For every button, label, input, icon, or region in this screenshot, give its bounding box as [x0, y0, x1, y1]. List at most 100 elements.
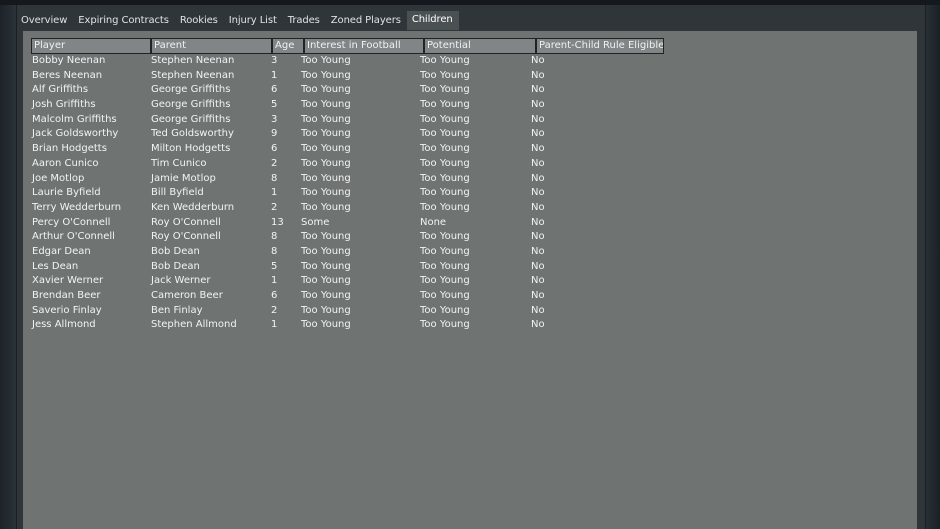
- table-row[interactable]: Arthur O'Connell Roy O'Connell 8 Too Young T…: [31, 230, 664, 245]
- table-row[interactable]: Saverio Finlay Ben Finlay 2 Too Young Too Yo…: [31, 304, 664, 319]
- table-row[interactable]: Edgar Dean Bob Dean 8 Too Young Too Young No: [31, 245, 664, 260]
- cell-parent: George Griffiths: [151, 113, 231, 125]
- cell-player: Alf Griffiths: [32, 84, 89, 96]
- cell-age: 8: [271, 172, 278, 184]
- children-table: Player Parent Age Interest in Football P…: [31, 38, 664, 333]
- cell-player: Saverio Finlay: [32, 304, 102, 316]
- tab-bar: Overview Expiring Contracts Rookies Injury …: [16, 11, 459, 31]
- cell-age: 6: [271, 143, 278, 155]
- cell-player: Jack Goldsworthy: [32, 128, 119, 140]
- cell-parent: George Griffiths: [151, 84, 231, 96]
- column-header-player[interactable]: Player: [31, 38, 151, 54]
- column-header-interest[interactable]: Interest in Football: [304, 38, 424, 54]
- cell-player: Laurie Byfield: [32, 187, 101, 199]
- column-header-parent[interactable]: Parent: [151, 38, 272, 54]
- cell-potential: Too Young: [420, 245, 470, 257]
- table-header-row: Player Parent Age Interest in Football P…: [31, 38, 664, 54]
- cell-player: Les Dean: [32, 260, 79, 272]
- cell-parent: Cameron Beer: [151, 290, 223, 301]
- cell-eligible: No: [531, 304, 545, 316]
- cell-eligible: No: [531, 84, 545, 96]
- cell-age: 8: [271, 231, 278, 243]
- cell-interest: Too Young: [301, 201, 351, 213]
- tab-overview[interactable]: Overview: [16, 11, 73, 31]
- cell-eligible: No: [531, 187, 545, 199]
- cell-age: 13: [271, 216, 284, 228]
- cell-potential: Too Young: [420, 128, 470, 140]
- tab-zoned-players[interactable]: Zoned Players: [326, 11, 407, 31]
- table-row[interactable]: Laurie Byfield Bill Byfield 1 Too Young Too …: [31, 186, 664, 201]
- table-body: Bobby Neenan Stephen Neenan 3 Too Young Too …: [31, 54, 664, 333]
- cell-parent: Ted Goldsworthy: [151, 128, 234, 140]
- table-row[interactable]: Brendan Beer Cameron Beer 6 Too Young Too Yo…: [31, 289, 664, 304]
- cell-player: Beres Neenan: [32, 69, 103, 81]
- cell-parent: Roy O'Connell: [151, 216, 221, 228]
- cell-potential: Too Young: [420, 55, 470, 66]
- cell-player: Brian Hodgetts: [32, 143, 107, 155]
- cell-age: 3: [271, 55, 278, 66]
- cell-eligible: No: [531, 275, 545, 287]
- cell-parent: Stephen Allmond: [151, 319, 237, 331]
- cell-eligible: No: [531, 113, 545, 125]
- cell-eligible: No: [531, 128, 545, 140]
- table-row[interactable]: Les Dean Bob Dean 5 Too Young Too Young No: [31, 260, 664, 275]
- table-row[interactable]: Joe Motlop Jamie Motlop 8 Too Young Too Youn…: [31, 172, 664, 187]
- cell-potential: Too Young: [420, 275, 470, 287]
- cell-eligible: No: [531, 290, 545, 301]
- cell-eligible: No: [531, 69, 545, 81]
- table-row[interactable]: Terry Wedderburn Ken Wedderburn 2 Too Young…: [31, 201, 664, 216]
- cell-interest: Some: [301, 216, 330, 228]
- cell-potential: Too Young: [420, 187, 470, 199]
- tab-trades[interactable]: Trades: [283, 11, 326, 31]
- cell-parent: Roy O'Connell: [151, 231, 221, 243]
- column-header-potential[interactable]: Potential: [424, 38, 536, 54]
- tab-rookies[interactable]: Rookies: [175, 11, 224, 31]
- cell-eligible: No: [531, 231, 545, 243]
- cell-eligible: No: [531, 216, 545, 228]
- cell-potential: Too Young: [420, 304, 470, 316]
- cell-eligible: No: [531, 157, 545, 169]
- right-edge: [924, 0, 940, 529]
- cell-interest: Too Young: [301, 113, 351, 125]
- cell-interest: Too Young: [301, 245, 351, 257]
- cell-age: 5: [271, 260, 278, 272]
- table-row[interactable]: Xavier Werner Jack Werner 1 Too Young Too Yo…: [31, 274, 664, 289]
- cell-potential: Too Young: [420, 99, 470, 111]
- table-row[interactable]: Brian Hodgetts Milton Hodgetts 6 Too Young T…: [31, 142, 664, 157]
- cell-parent: Ben Finlay: [151, 304, 203, 316]
- table-row[interactable]: Beres Neenan Stephen Neenan 1 Too Young Too …: [31, 69, 664, 84]
- cell-interest: Too Young: [301, 319, 351, 331]
- table-row[interactable]: Aaron Cunico Tim Cunico 2 Too Young Too Youn…: [31, 157, 664, 172]
- cell-age: 2: [271, 157, 278, 169]
- column-header-age[interactable]: Age: [272, 38, 304, 54]
- cell-interest: Too Young: [301, 231, 351, 243]
- table-row[interactable]: Malcolm Griffiths George Griffiths 3 Too Yo…: [31, 113, 664, 128]
- column-header-eligible[interactable]: Parent-Child Rule Eligible?: [536, 38, 664, 54]
- cell-parent: Tim Cunico: [151, 157, 207, 169]
- cell-parent: Stephen Neenan: [151, 69, 235, 81]
- cell-eligible: No: [531, 55, 545, 66]
- table-row[interactable]: Josh Griffiths George Griffiths 5 Too Young…: [31, 98, 664, 113]
- cell-interest: Too Young: [301, 143, 351, 155]
- cell-potential: Too Young: [420, 201, 470, 213]
- table-row[interactable]: Bobby Neenan Stephen Neenan 3 Too Young Too …: [31, 54, 664, 69]
- cell-age: 6: [271, 290, 278, 301]
- cell-age: 1: [271, 69, 278, 81]
- tab-children[interactable]: Children: [406, 11, 459, 30]
- cell-potential: Too Young: [420, 113, 470, 125]
- table-row[interactable]: Alf Griffiths George Griffiths 6 Too Young T…: [31, 83, 664, 98]
- cell-eligible: No: [531, 99, 545, 111]
- cell-eligible: No: [531, 201, 545, 213]
- cell-parent: Bob Dean: [151, 245, 200, 257]
- cell-age: 9: [271, 128, 278, 140]
- tab-injury-list[interactable]: Injury List: [224, 11, 283, 31]
- cell-potential: Too Young: [420, 143, 470, 155]
- cell-parent: George Griffiths: [151, 99, 231, 111]
- tab-expiring-contracts[interactable]: Expiring Contracts: [73, 11, 175, 31]
- cell-age: 2: [271, 201, 278, 213]
- table-row[interactable]: Percy O'Connell Roy O'Connell 13 Some None No: [31, 216, 664, 231]
- cell-player: Aaron Cunico: [32, 157, 99, 169]
- table-row[interactable]: Jess Allmond Stephen Allmond 1 Too Young Too…: [31, 318, 664, 333]
- cell-age: 3: [271, 113, 278, 125]
- table-row[interactable]: Jack Goldsworthy Ted Goldsworthy 9 Too Youn…: [31, 127, 664, 142]
